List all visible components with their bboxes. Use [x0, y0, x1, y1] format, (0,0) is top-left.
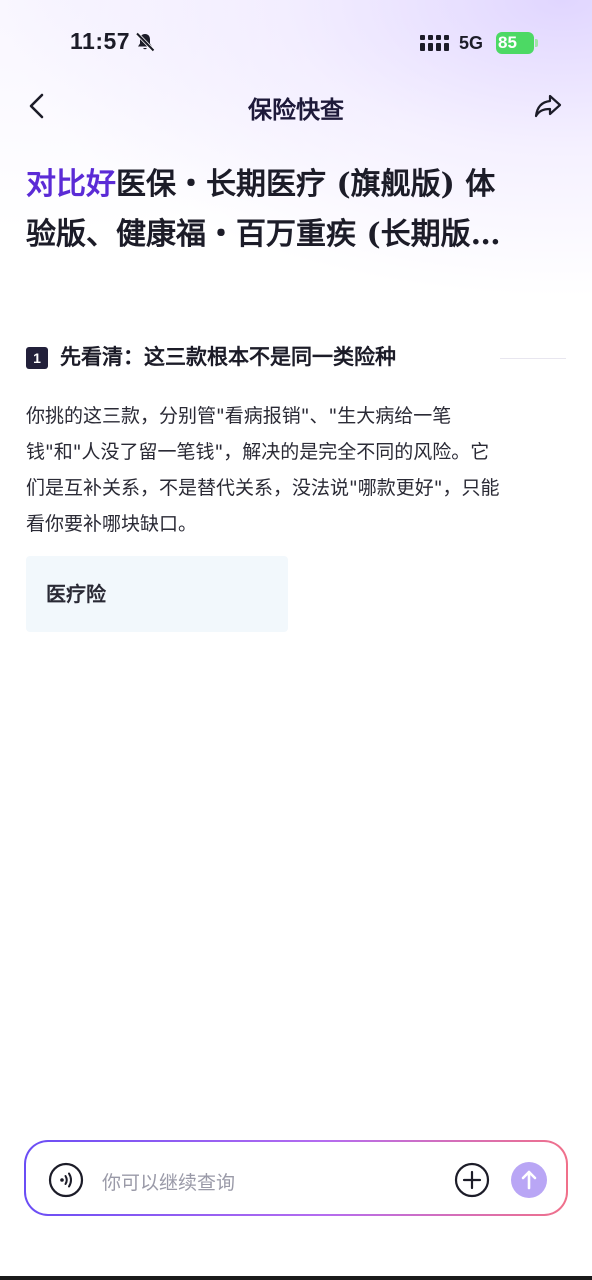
share-icon[interactable] [532, 90, 564, 122]
section-title: 先看清：这三款根本不是同一类险种 [60, 344, 396, 369]
plus-circle-icon[interactable] [454, 1162, 490, 1198]
paragraph-line: 看你要补哪块缺口。 [26, 513, 198, 535]
battery-icon: 85 [496, 32, 540, 54]
bell-muted-icon [135, 32, 155, 52]
paragraph-line: 你挑的这三款，分别管"看病报销"、"生大病给一笔 [26, 405, 452, 427]
card-title: 医疗险 [46, 582, 106, 606]
headline-accent: 对比好 [26, 167, 116, 202]
battery-level: 85 [498, 33, 517, 52]
section-divider [500, 358, 566, 359]
cellular-signal-icon [420, 35, 449, 51]
section-number-badge: 1 [26, 347, 48, 369]
headline-line-1-text: 医保・长期医疗 (旗舰版) 体 [116, 167, 496, 202]
section-heading: 1 先看清：这三款根本不是同一类险种 [26, 338, 566, 378]
bottom-edge-bar [0, 1276, 592, 1280]
status-bar: 11:57 5G 85 [0, 0, 592, 88]
insurance-type-card[interactable]: 医疗险 [26, 556, 288, 632]
send-arrow-icon[interactable] [510, 1161, 548, 1199]
headline-line-1: 对比好医保・长期医疗 (旗舰版) 体 [26, 160, 572, 210]
voice-icon[interactable] [48, 1162, 84, 1198]
query-input-bar[interactable]: 你可以继续查询 [24, 1140, 568, 1216]
explanation-paragraph: 你挑的这三款，分别管"看病报销"、"生大病给一笔 钱"和"人没了留一笔钱"，解决… [26, 398, 570, 542]
headline-line-2: 验版、健康福・百万重疾 (长期版… [26, 217, 501, 252]
comparison-headline: 对比好医保・长期医疗 (旗舰版) 体 验版、健康福・百万重疾 (长期版… [26, 160, 572, 260]
navigation-bar: 保险快查 [0, 80, 592, 136]
status-time: 11:57 [70, 28, 131, 54]
query-input[interactable]: 你可以继续查询 [102, 1168, 235, 1195]
network-type: 5G [459, 33, 484, 53]
page-title: 保险快查 [248, 96, 344, 124]
paragraph-line: 们是互补关系，不是替代关系，没法说"哪款更好"，只能 [26, 477, 500, 499]
paragraph-line: 钱"和"人没了留一笔钱"，解决的是完全不同的风险。它 [26, 441, 490, 463]
